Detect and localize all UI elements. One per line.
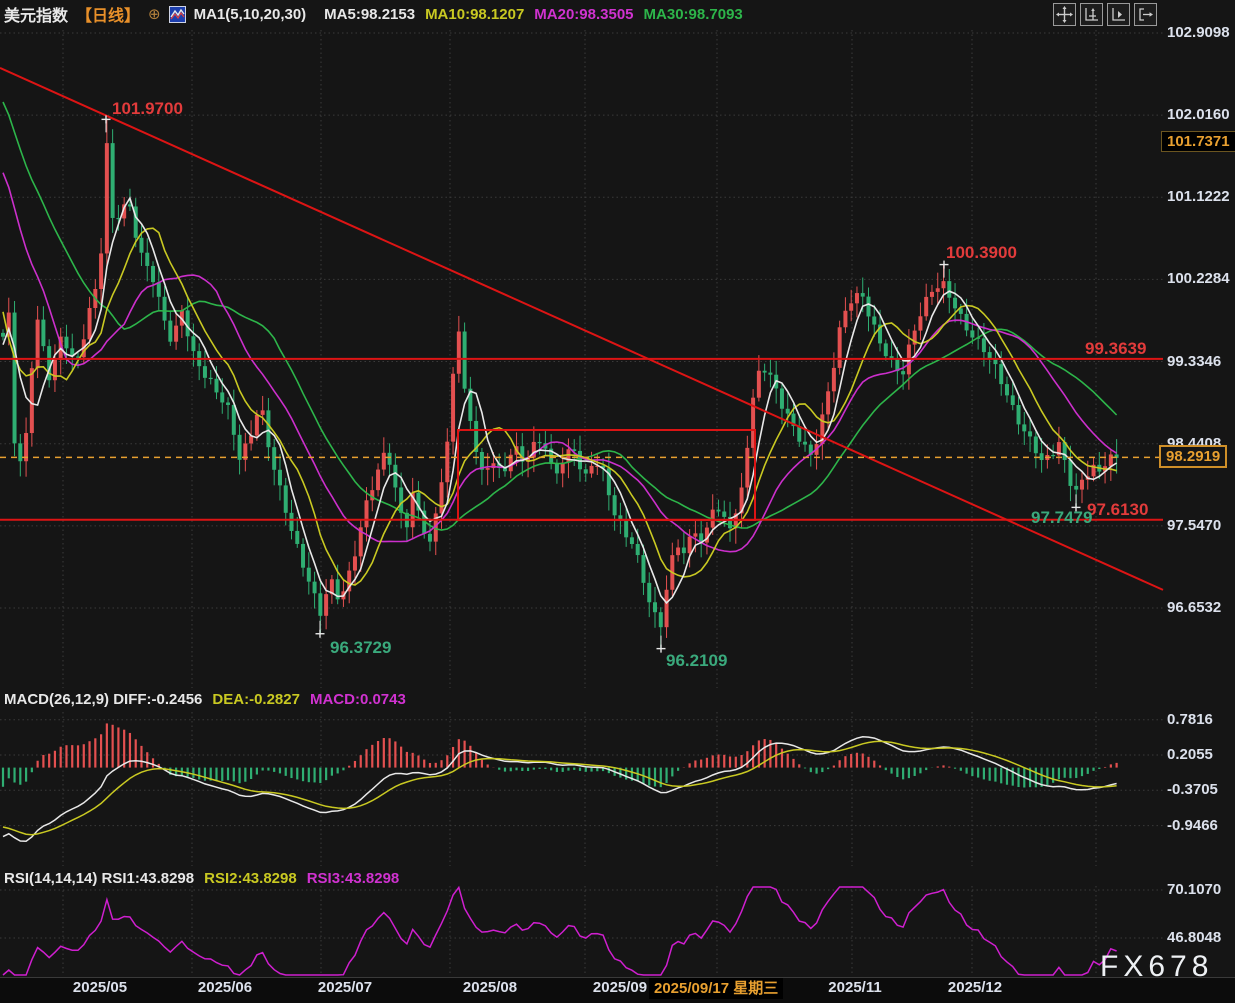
ma-readout-1: MA10:98.1207	[425, 6, 524, 23]
consolidation-zone-box	[458, 430, 755, 520]
month-label-5: 2025/11	[828, 979, 881, 996]
month-label-1: 2025/06	[198, 979, 252, 996]
month-label-2: 2025/07	[318, 979, 372, 996]
macd-layer	[3, 723, 1117, 841]
ma-readouts: MA5:98.2153 MA10:98.1207 MA20:98.3505 MA30:…	[324, 6, 753, 23]
rsi-line	[3, 887, 1117, 975]
ma-lines-layer	[3, 102, 1117, 603]
rsi-readout-0: RSI(14,14,14) RSI1:43.8298	[4, 870, 194, 887]
chart-header: 美元指数 【日线】 ⊕ MA1(5,10,20,30) MA5:98.2153M…	[0, 0, 1235, 28]
price-axis-label-1: 102.0160	[1167, 106, 1230, 123]
price-annotation-2: 96.3729	[330, 638, 391, 658]
price-axis-label-2: 101.1222	[1167, 188, 1230, 205]
month-label-0: 2025/05	[73, 979, 127, 996]
pan-icon[interactable]	[1053, 3, 1076, 26]
chart-canvas[interactable]	[0, 0, 1235, 1003]
macd-readout-2: MACD:0.0743	[310, 691, 406, 708]
price-annotation-0: 101.9700	[112, 99, 183, 119]
ma-readout-3: MA30:98.7093	[644, 6, 743, 23]
ma-readout-0: MA5:98.2153	[324, 6, 415, 23]
month-label-3: 2025/08	[463, 979, 517, 996]
chart-application: 美元指数 【日线】 ⊕ MA1(5,10,20,30) MA5:98.2153M…	[0, 0, 1235, 1003]
instrument-title: 美元指数	[4, 2, 68, 26]
price-axis-label-3: 100.2284	[1167, 270, 1230, 287]
crosshair-date-readout: 2025/09/17 星期三	[649, 978, 783, 999]
chart-toolbar	[1053, 3, 1157, 26]
rsi-readout-2: RSI3:43.8298	[307, 870, 400, 887]
macd-header: MACD(26,12,9) DIFF:-0.2456 DEA:-0.2827 MAC…	[4, 691, 416, 708]
price-annotation-3: 96.2109	[666, 651, 727, 671]
price-axis-label-4: 99.3346	[1167, 353, 1221, 370]
gridlines-layer	[0, 30, 1163, 976]
add-indicator-icon[interactable]: ⊕	[148, 5, 161, 23]
macd-axis-label-1: 0.2055	[1167, 746, 1213, 763]
macd-readout-1: DEA:-0.2827	[212, 691, 300, 708]
fit-horizontal-axis-icon[interactable]	[1107, 3, 1130, 26]
price-annotation-5: 97.6130	[1087, 500, 1148, 520]
export-chart-icon[interactable]	[1134, 3, 1157, 26]
watermark: FX678	[1100, 950, 1213, 984]
ma-readout-2: MA20:98.3505	[534, 6, 633, 23]
candles-layer	[1, 119, 1119, 648]
extreme-markers-layer	[102, 115, 1081, 652]
rsi-header: RSI(14,14,14) RSI1:43.8298 RSI2:43.8298 RS…	[4, 870, 409, 887]
macd-axis-label-0: 0.7816	[1167, 711, 1213, 728]
rsi-readout-1: RSI2:43.8298	[204, 870, 297, 887]
ma-settings-label: MA1(5,10,20,30)	[194, 6, 307, 23]
fit-vertical-axis-icon[interactable]	[1080, 3, 1103, 26]
price-axis-label-7: 96.6532	[1167, 599, 1221, 616]
macd-readout-0: MACD(26,12,9) DIFF:-0.2456	[4, 691, 202, 708]
month-label-4: 2025/09	[593, 979, 647, 996]
crosshair-price-tag: 101.7371	[1161, 131, 1235, 152]
rsi-axis-label-1: 46.8048	[1167, 929, 1221, 946]
candlestick-chart-icon[interactable]	[169, 6, 186, 23]
price-annotation-6: 97.7479	[1031, 508, 1092, 528]
month-label-6: 2025/12	[948, 979, 1002, 996]
price-axis-label-6: 97.5470	[1167, 517, 1221, 534]
price-annotation-1: 100.3900	[946, 243, 1017, 263]
macd-axis-label-2: -0.3705	[1167, 781, 1218, 798]
price-annotation-4: 99.3639	[1085, 339, 1146, 359]
rsi-axis-label-0: 70.1070	[1167, 881, 1221, 898]
timeframe-selector[interactable]: 【日线】	[76, 2, 140, 26]
macd-axis-label-3: -0.9466	[1167, 817, 1218, 834]
rsi-layer	[3, 887, 1117, 975]
last-price-tag: 98.2919	[1159, 445, 1227, 468]
